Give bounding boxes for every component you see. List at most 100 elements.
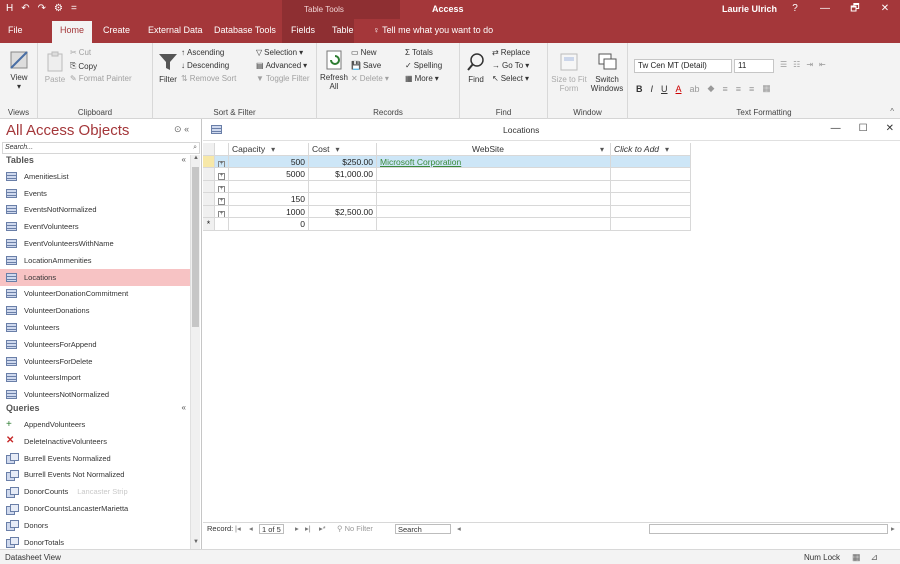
descending-button[interactable]: ↓ Descending bbox=[181, 61, 229, 70]
click-to-add-cell[interactable] bbox=[611, 218, 691, 231]
help-button[interactable]: ? bbox=[780, 0, 810, 19]
table-row[interactable]: +500 $250.00 Microsoft Corporation bbox=[203, 155, 691, 168]
scroll-right-icon[interactable]: ▸ bbox=[891, 524, 895, 533]
minimize-button[interactable]: — bbox=[810, 0, 840, 19]
previous-record-icon[interactable]: ◂ bbox=[249, 524, 253, 533]
tab-fields[interactable]: Fields bbox=[291, 25, 315, 35]
doc-maximize-button[interactable]: ☐ bbox=[859, 123, 868, 134]
numbering-icon[interactable]: ☷ bbox=[793, 60, 800, 69]
nav-menu-icon[interactable]: ⊙ bbox=[174, 124, 182, 134]
align-center-icon[interactable]: ≡ bbox=[736, 84, 741, 94]
tab-create[interactable]: Create bbox=[103, 25, 130, 35]
capacity-cell[interactable]: 1000 bbox=[229, 205, 309, 218]
last-record-icon[interactable]: ▸| bbox=[305, 524, 311, 533]
record-selector[interactable] bbox=[203, 193, 215, 206]
advanced-button[interactable]: ▤ Advanced ▾ bbox=[256, 61, 307, 70]
italic-button[interactable]: I bbox=[651, 84, 654, 94]
nav-item[interactable]: VolunteerDonations bbox=[0, 302, 190, 319]
expand-cell[interactable]: + bbox=[215, 205, 229, 218]
delete-record-button[interactable]: ✕ Delete ▾ bbox=[351, 74, 389, 83]
table-row[interactable]: + bbox=[203, 180, 691, 193]
website-cell[interactable] bbox=[377, 168, 611, 181]
nav-item[interactable]: Burrell Events Not Normalized bbox=[0, 467, 190, 484]
nav-item[interactable]: EventsNotNormalized bbox=[0, 202, 190, 219]
capacity-cell[interactable]: 150 bbox=[229, 193, 309, 206]
cost-cell[interactable] bbox=[309, 218, 377, 231]
size-to-fit-button[interactable]: Size to Fit Form bbox=[550, 51, 588, 93]
capacity-cell[interactable]: 500 bbox=[229, 155, 309, 168]
capacity-cell[interactable]: 0 bbox=[229, 218, 309, 231]
expand-cell[interactable]: + bbox=[215, 193, 229, 206]
tab-home[interactable]: Home bbox=[52, 21, 93, 43]
shutter-bar-close-icon[interactable]: « bbox=[184, 124, 189, 134]
website-link[interactable]: Microsoft Corporation bbox=[380, 157, 461, 167]
format-painter-button[interactable]: ✎ Format Painter bbox=[70, 74, 132, 83]
expand-subdatasheet-icon[interactable]: + bbox=[218, 185, 225, 193]
nav-item[interactable]: Donors bbox=[0, 517, 190, 534]
scroll-thumb[interactable] bbox=[192, 167, 199, 327]
scroll-left-icon[interactable]: ◂ bbox=[457, 524, 461, 533]
selection-button[interactable]: ▽ Selection ▾ bbox=[256, 48, 303, 57]
nav-item[interactable]: DonorTotals bbox=[0, 534, 190, 549]
find-button[interactable]: Find bbox=[464, 51, 488, 84]
category-tables[interactable]: Tables « bbox=[0, 155, 190, 168]
column-filter-dropdown-icon[interactable]: ▾ bbox=[600, 145, 604, 154]
goto-button[interactable]: → Go To ▾ bbox=[492, 61, 529, 70]
outdent-icon[interactable]: ⇤ bbox=[819, 60, 826, 69]
tab-external-data[interactable]: External Data bbox=[148, 25, 203, 35]
replace-button[interactable]: ⇄ Replace bbox=[492, 48, 530, 57]
column-header[interactable]: Click to Add ▾ bbox=[611, 143, 691, 156]
nav-item[interactable]: VolunteersForDelete bbox=[0, 353, 190, 370]
horizontal-scrollbar[interactable] bbox=[649, 524, 888, 534]
nav-title[interactable]: All Access Objects bbox=[6, 122, 129, 139]
doc-close-button[interactable]: ✕ bbox=[886, 123, 894, 134]
nav-scrollbar[interactable]: ▲ ▼ bbox=[190, 155, 200, 549]
redo-icon[interactable]: ↷ bbox=[38, 3, 46, 14]
nav-item[interactable]: Burrell Events Normalized bbox=[0, 450, 190, 467]
nav-item[interactable]: Events bbox=[0, 185, 190, 202]
select-button[interactable]: ↖ Select ▾ bbox=[492, 74, 529, 83]
align-left-icon[interactable]: ≡ bbox=[722, 84, 727, 94]
click-to-add-cell[interactable] bbox=[611, 180, 691, 193]
collapse-chevron-icon[interactable]: « bbox=[182, 155, 186, 164]
design-view-icon[interactable]: ⊿ bbox=[871, 552, 879, 563]
font-color-icon[interactable]: A bbox=[676, 84, 682, 94]
collapse-ribbon-icon[interactable]: ^ bbox=[890, 107, 894, 116]
expand-subdatasheet-icon[interactable]: + bbox=[218, 210, 225, 218]
website-cell[interactable]: Microsoft Corporation bbox=[377, 155, 611, 168]
new-record-nav-icon[interactable]: ▸* bbox=[319, 524, 326, 533]
nav-item[interactable]: Locations bbox=[0, 268, 190, 286]
collapse-chevron-icon[interactable]: « bbox=[182, 403, 186, 412]
record-selector[interactable]: * bbox=[203, 218, 215, 231]
expand-subdatasheet-icon[interactable]: + bbox=[218, 198, 225, 205]
tab-file[interactable]: File bbox=[8, 25, 23, 35]
nav-search-input[interactable]: Search... ⌕ bbox=[2, 142, 200, 154]
nav-item[interactable]: ✕ DeleteInactiveVolunteers bbox=[0, 433, 190, 450]
cost-cell[interactable]: $250.00 bbox=[309, 155, 377, 168]
nav-item[interactable]: VolunteersForAppend bbox=[0, 336, 190, 353]
cost-cell[interactable] bbox=[309, 193, 377, 206]
column-filter-dropdown-icon[interactable]: ▾ bbox=[271, 145, 275, 154]
expand-cell[interactable]: + bbox=[215, 180, 229, 193]
expand-subdatasheet-icon[interactable]: + bbox=[218, 160, 225, 168]
record-selector[interactable] bbox=[203, 205, 215, 218]
scroll-down-icon[interactable]: ▼ bbox=[191, 539, 201, 549]
expand-subdatasheet-icon[interactable]: + bbox=[218, 173, 225, 180]
scroll-up-icon[interactable]: ▲ bbox=[191, 155, 201, 165]
view-button[interactable]: View ▾ bbox=[4, 49, 34, 91]
nav-item[interactable]: AmenitiesList bbox=[0, 168, 190, 185]
cost-cell[interactable]: $1,000.00 bbox=[309, 168, 377, 181]
cost-cell[interactable] bbox=[309, 180, 377, 193]
new-record-button[interactable]: ▭ New bbox=[351, 48, 377, 57]
gridlines-icon[interactable]: ▦ bbox=[762, 83, 771, 94]
user-name[interactable]: Laurie Ulrich bbox=[722, 4, 777, 14]
nav-item[interactable]: Volunteers bbox=[0, 319, 190, 336]
underline-button[interactable]: U bbox=[661, 84, 668, 94]
table-row[interactable]: +5000 $1,000.00 bbox=[203, 168, 691, 181]
click-to-add-cell[interactable] bbox=[611, 205, 691, 218]
first-record-icon[interactable]: |◂ bbox=[235, 524, 241, 533]
record-selector[interactable] bbox=[203, 155, 215, 168]
new-record-row[interactable]: * 0 bbox=[203, 218, 691, 231]
nav-item[interactable]: DonorCounts Lancaster Strip bbox=[0, 483, 190, 500]
click-to-add-cell[interactable] bbox=[611, 193, 691, 206]
